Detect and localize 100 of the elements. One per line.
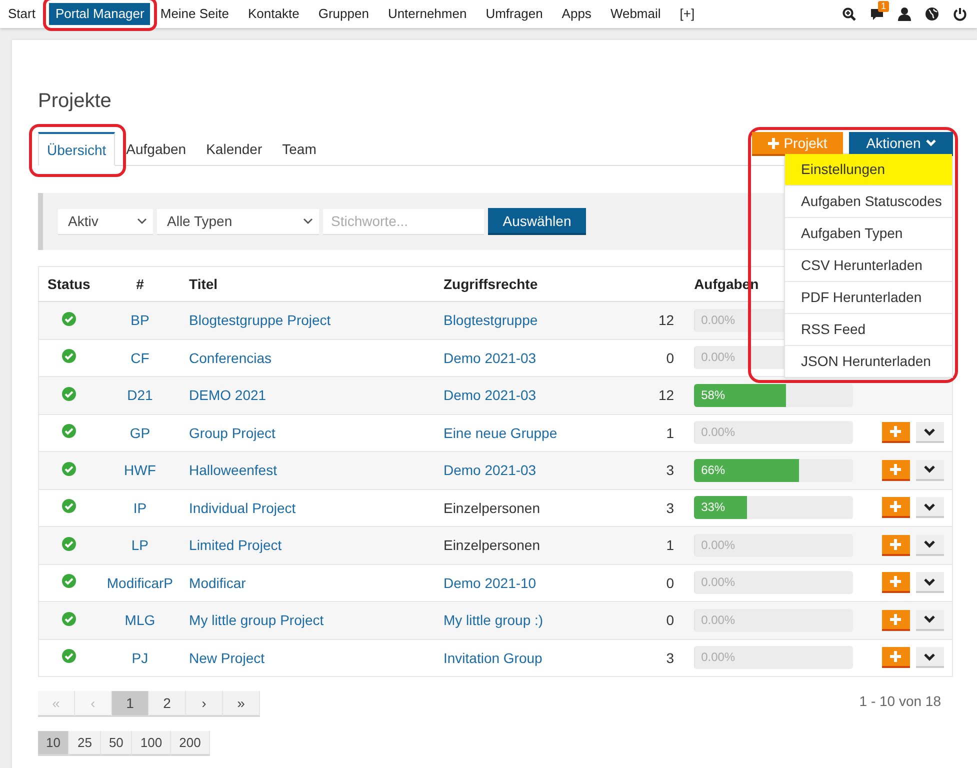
project-title-link[interactable]: Halloweenfest — [189, 462, 277, 478]
task-count: 3 — [666, 500, 674, 516]
page-button[interactable]: 2 — [149, 691, 186, 717]
group-link[interactable]: Eine neue Gruppe — [443, 424, 558, 441]
project-title-link[interactable]: DEMO 2021 — [189, 387, 266, 404]
keyword-field[interactable]: Stichworte... — [323, 208, 484, 234]
nav-link[interactable]: Start — [3, 3, 40, 25]
plus-icon — [890, 538, 902, 550]
project-code-link[interactable]: GP — [130, 424, 150, 441]
plus-icon — [890, 464, 902, 475]
access-text: Einzelpersonen — [443, 500, 540, 516]
chevron-down-icon — [303, 218, 313, 224]
add-button[interactable] — [882, 610, 910, 631]
project-code-link[interactable]: CF — [130, 350, 150, 366]
tab[interactable]: Kalender — [197, 132, 272, 165]
dropdown-button[interactable] — [916, 422, 944, 444]
page-button[interactable]: » — [223, 691, 260, 717]
menu-item[interactable]: Einstellungen — [785, 154, 952, 185]
nav-link[interactable]: Webmail — [605, 3, 666, 25]
page-size-button[interactable]: 25 — [69, 731, 101, 756]
page-size-button[interactable]: 100 — [132, 731, 172, 756]
project-title-link[interactable]: Group Project — [189, 424, 276, 441]
menu-item[interactable]: Aufgaben Statuscodes — [785, 185, 952, 217]
project-title-link[interactable]: New Project — [189, 650, 264, 666]
dropdown-button[interactable] — [916, 534, 944, 556]
add-button[interactable] — [882, 534, 910, 556]
project-code-link[interactable]: BP — [130, 312, 150, 328]
dropdown-button[interactable] — [916, 610, 944, 631]
project-code-link[interactable]: HWF — [124, 462, 156, 478]
select-button[interactable]: Auswählen — [488, 208, 586, 235]
nav-link[interactable]: Kontakte — [243, 3, 304, 25]
page-title: Projekte — [38, 90, 112, 113]
search-icon[interactable] — [842, 7, 856, 21]
dropdown-button[interactable] — [916, 572, 944, 594]
nav-link[interactable]: Portal Manager — [49, 3, 150, 25]
nav-link[interactable]: Apps — [556, 3, 596, 25]
menu-item[interactable]: JSON Herunterladen — [785, 345, 952, 377]
project-code-link[interactable]: IP — [133, 500, 147, 516]
chevron-down-icon — [924, 578, 936, 586]
tab[interactable]: Team — [273, 132, 326, 165]
project-title-link[interactable]: Limited Project — [189, 537, 282, 554]
check-circle-icon — [62, 312, 76, 326]
task-count: 0 — [666, 612, 674, 628]
status-select[interactable]: Aktiv — [58, 208, 153, 234]
task-count: 1 — [666, 424, 674, 441]
check-circle-icon — [62, 386, 76, 401]
tab[interactable]: Aufgaben — [117, 132, 196, 165]
project-title-link[interactable]: Modificar — [189, 574, 246, 591]
plus-icon — [890, 576, 902, 588]
project-title-link[interactable]: Conferencias — [189, 350, 272, 366]
group-link[interactable]: Demo 2021-10 — [443, 574, 536, 591]
add-button[interactable] — [882, 497, 910, 518]
dropdown-button[interactable] — [916, 497, 944, 518]
progress-label: 58% — [701, 388, 726, 402]
project-code-link[interactable]: D21 — [127, 387, 153, 404]
type-select[interactable]: Alle Typen — [157, 208, 319, 234]
user-icon[interactable] — [898, 7, 911, 21]
page-button[interactable]: › — [186, 691, 223, 717]
project-code-link[interactable]: LP — [131, 537, 149, 554]
group-link[interactable]: Invitation Group — [443, 650, 542, 666]
notification-badge: 1 — [878, 1, 890, 12]
nav-link[interactable]: Unternehmen — [382, 3, 472, 25]
project-title-link[interactable]: Individual Project — [189, 500, 296, 516]
add-button[interactable] — [882, 647, 910, 668]
nav-link[interactable]: Umfragen — [480, 3, 548, 25]
check-circle-icon — [62, 462, 76, 476]
progress-label: 66% — [701, 462, 726, 477]
actions-button[interactable]: Aktionen — [849, 132, 953, 156]
page-button[interactable]: 1 — [112, 691, 149, 717]
menu-item[interactable]: CSV Herunterladen — [785, 249, 952, 281]
add-button[interactable] — [882, 572, 910, 594]
menu-item[interactable]: Aufgaben Typen — [785, 217, 952, 249]
menu-item[interactable]: PDF Herunterladen — [785, 281, 952, 313]
progress-label: 0.00% — [701, 425, 736, 440]
project-code-link[interactable]: PJ — [132, 650, 148, 666]
progress-label: 0.00% — [701, 575, 736, 590]
menu-item[interactable]: RSS Feed — [785, 313, 952, 345]
check-circle-icon — [62, 612, 76, 626]
nav-link[interactable]: Gruppen — [313, 3, 374, 25]
dropdown-button[interactable] — [916, 647, 944, 668]
page-size-button[interactable]: 200 — [171, 731, 210, 756]
page-size-button[interactable]: 10 — [38, 731, 70, 756]
project-code-link[interactable]: MLG — [124, 612, 156, 628]
tab[interactable]: Übersicht — [38, 132, 116, 166]
add-button[interactable] — [882, 460, 910, 481]
globe-icon[interactable] — [925, 7, 939, 21]
nav-link[interactable]: [+] — [674, 3, 700, 25]
add-button[interactable] — [882, 422, 910, 444]
task-count: 3 — [666, 650, 674, 666]
task-count: 1 — [666, 537, 674, 554]
page-size-button[interactable]: 50 — [100, 731, 132, 756]
chevron-down-icon — [924, 652, 936, 661]
project-code-link[interactable]: ModificarP — [106, 574, 174, 591]
power-icon[interactable] — [953, 7, 967, 21]
progress-label: 0.00% — [701, 612, 736, 627]
chevron-down-icon — [924, 428, 936, 436]
nav-link[interactable]: Meine Seite — [155, 3, 234, 25]
group-link[interactable]: Demo 2021-03 — [443, 350, 536, 366]
dropdown-button[interactable] — [916, 460, 944, 481]
plus-icon — [890, 501, 902, 512]
